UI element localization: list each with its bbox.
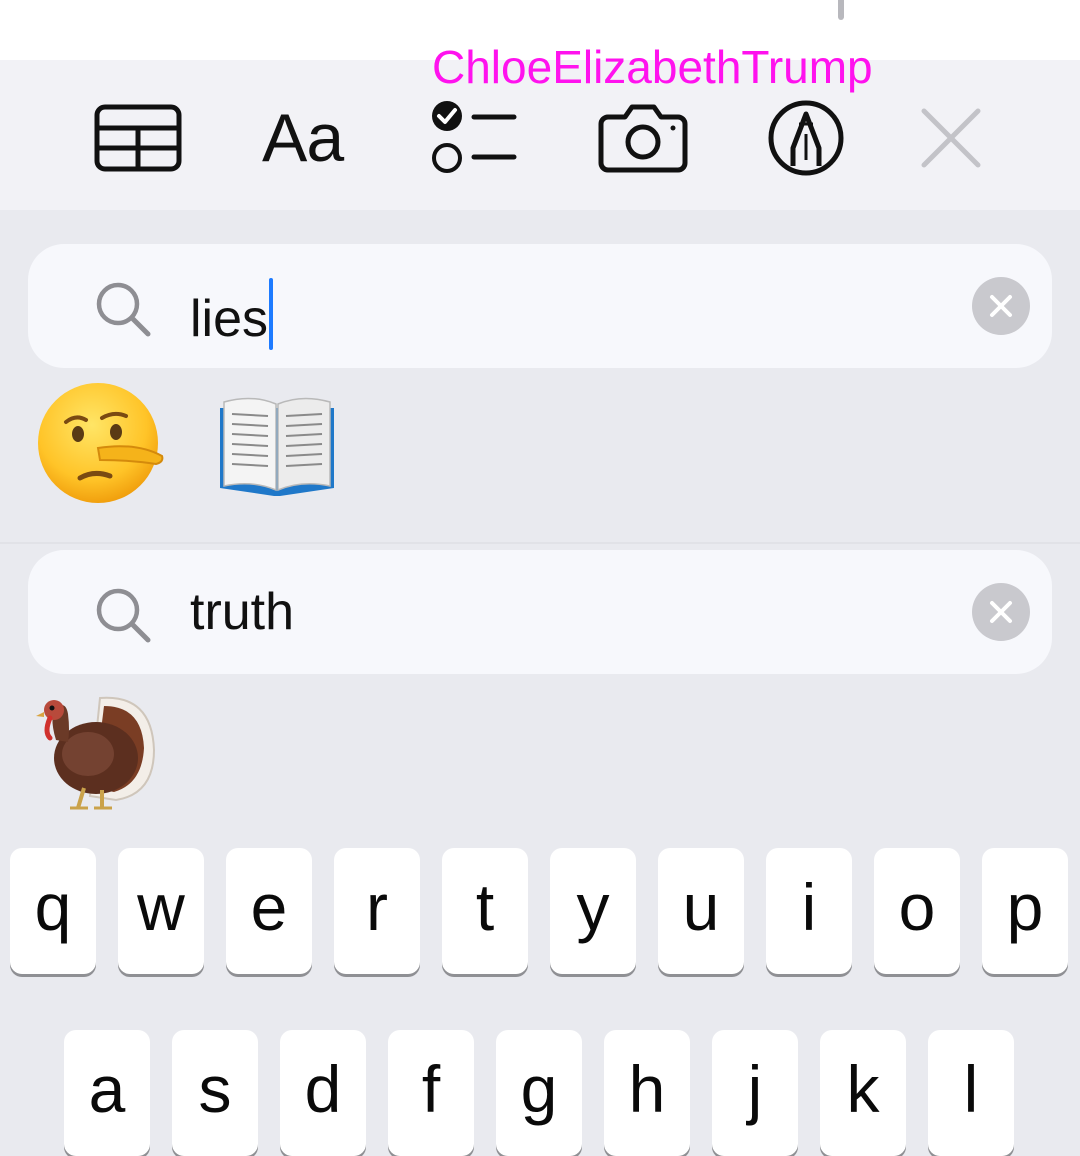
key-label: h bbox=[628, 1052, 666, 1126]
key-h[interactable]: h bbox=[604, 1030, 690, 1156]
search-icon bbox=[96, 588, 151, 643]
clear-x-icon bbox=[990, 295, 1012, 317]
checklist-button[interactable] bbox=[430, 98, 518, 178]
key-label: o bbox=[898, 870, 936, 944]
open-book-icon bbox=[220, 397, 334, 496]
emoji-search-field-lies[interactable]: lies bbox=[28, 244, 1052, 368]
key-label: r bbox=[366, 870, 388, 944]
key-s[interactable]: s bbox=[172, 1030, 258, 1156]
key-label: i bbox=[801, 870, 817, 944]
clear-search-button[interactable] bbox=[972, 583, 1030, 641]
key-f[interactable]: f bbox=[388, 1030, 474, 1156]
key-label: g bbox=[520, 1052, 558, 1126]
key-label: q bbox=[34, 870, 72, 944]
emoji-results-truth bbox=[36, 684, 176, 814]
key-o[interactable]: o bbox=[874, 848, 960, 974]
lying-face-emoji[interactable] bbox=[36, 378, 166, 508]
scroll-indicator bbox=[838, 0, 844, 20]
text-format-icon: Aa bbox=[262, 100, 344, 176]
key-j[interactable]: j bbox=[712, 1030, 798, 1156]
key-l[interactable]: l bbox=[928, 1030, 1014, 1156]
key-label: y bbox=[576, 870, 610, 944]
key-label: p bbox=[1006, 870, 1044, 944]
table-button[interactable] bbox=[94, 98, 182, 178]
search-query-text: lies bbox=[190, 278, 274, 350]
camera-button[interactable] bbox=[598, 98, 688, 178]
key-label: a bbox=[88, 1052, 126, 1126]
key-a[interactable]: a bbox=[64, 1030, 150, 1156]
search-query-text: truth bbox=[190, 583, 295, 641]
key-label: d bbox=[304, 1052, 342, 1126]
key-i[interactable]: i bbox=[766, 848, 852, 974]
key-y[interactable]: y bbox=[550, 848, 636, 974]
key-g[interactable]: g bbox=[496, 1030, 582, 1156]
key-t[interactable]: t bbox=[442, 848, 528, 974]
key-label: w bbox=[137, 870, 185, 944]
key-p[interactable]: p bbox=[982, 848, 1068, 974]
search-icon bbox=[96, 282, 151, 337]
key-label: j bbox=[747, 1052, 763, 1126]
lying-face-icon bbox=[38, 383, 164, 503]
watermark-username: ChloeElizabethTrump bbox=[432, 41, 873, 93]
table-icon bbox=[94, 104, 182, 172]
emoji-search-field-truth[interactable]: truth bbox=[28, 550, 1052, 674]
key-e[interactable]: e bbox=[226, 848, 312, 974]
key-label: f bbox=[421, 1052, 441, 1126]
turkey-emoji[interactable] bbox=[30, 684, 160, 814]
key-k[interactable]: k bbox=[820, 1030, 906, 1156]
key-u[interactable]: u bbox=[658, 848, 744, 974]
key-label: e bbox=[250, 870, 288, 944]
key-d[interactable]: d bbox=[280, 1030, 366, 1156]
markup-button[interactable] bbox=[766, 98, 846, 178]
key-r[interactable]: r bbox=[334, 848, 420, 974]
key-label: t bbox=[475, 870, 495, 944]
clear-x-icon bbox=[990, 601, 1012, 623]
text-format-button[interactable]: Aa bbox=[262, 98, 344, 178]
turkey-icon bbox=[36, 696, 156, 810]
emoji-results-lies bbox=[36, 378, 356, 508]
clear-search-button[interactable] bbox=[972, 277, 1030, 335]
key-q[interactable]: q bbox=[10, 848, 96, 974]
emoji-search-panel: l i e s truth q w e r t y u i o p a s d f g… bbox=[0, 210, 1080, 1156]
close-icon bbox=[921, 108, 981, 168]
key-label: k bbox=[846, 1052, 880, 1126]
key-w[interactable]: w bbox=[118, 848, 204, 974]
camera-icon bbox=[598, 104, 688, 173]
open-book-emoji[interactable] bbox=[212, 378, 342, 508]
section-divider bbox=[0, 542, 1080, 544]
key-label: s bbox=[198, 1052, 232, 1126]
checklist-icon bbox=[432, 101, 517, 173]
markup-pen-icon bbox=[768, 100, 844, 176]
text-caret bbox=[269, 278, 274, 350]
key-label: u bbox=[682, 870, 720, 944]
key-label: l bbox=[963, 1052, 979, 1126]
close-toolbar-button[interactable] bbox=[918, 98, 984, 178]
